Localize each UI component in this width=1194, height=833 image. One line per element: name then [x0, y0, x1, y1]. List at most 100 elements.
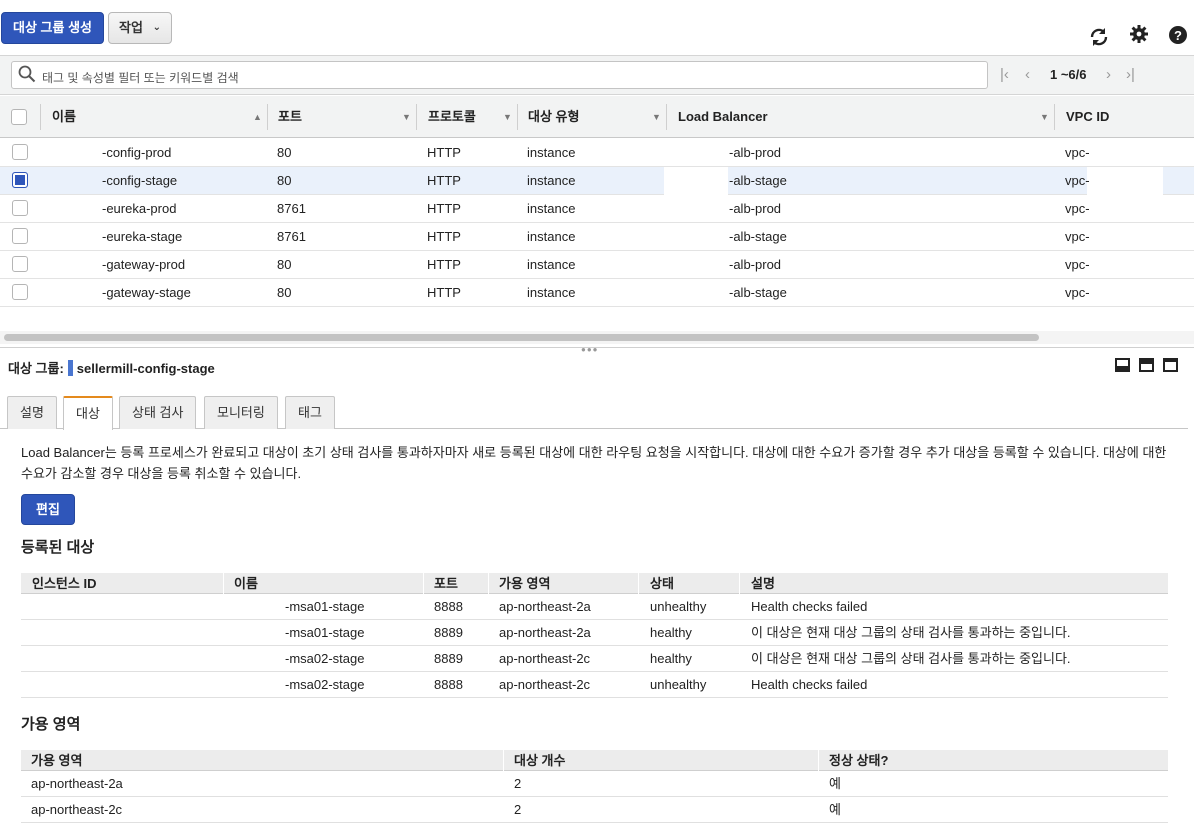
row-checkbox[interactable]: [12, 144, 28, 160]
row-port: 8888: [434, 677, 463, 692]
column-header-port[interactable]: 포트: [278, 96, 302, 138]
next-page-icon[interactable]: ›: [1106, 66, 1111, 83]
registered-targets-header: 인스턴스 ID 이름 포트 가용 영역 상태 설명: [21, 573, 1168, 594]
table-row: ap-northeast-2c 2 예: [21, 797, 1168, 823]
row-protocol: HTTP: [427, 173, 461, 188]
row-vpc-id: vpc-: [1065, 173, 1090, 188]
row-checkbox[interactable]: [12, 284, 28, 300]
chevron-down-icon: ⌄: [152, 22, 161, 33]
row-protocol: HTTP: [427, 201, 461, 216]
row-description: Health checks failed: [751, 599, 868, 614]
column-header-name: 이름: [234, 576, 258, 591]
row-zone: ap-northeast-2c: [31, 802, 123, 817]
first-page-icon[interactable]: |‹: [1000, 66, 1009, 83]
row-description: 이 대상은 현재 대상 그룹의 상태 검사를 통과하는 중입니다.: [751, 625, 1071, 640]
target-groups-table-header: 이름 ▲ 포트 ▼ 프로토콜 ▼ 대상 유형 ▼ Load Balancer ▼…: [0, 96, 1194, 138]
edit-button[interactable]: 편집: [21, 494, 75, 525]
page-indicator: 1 ~6/6: [1050, 67, 1087, 82]
layout-bottom-icon[interactable]: [1115, 358, 1130, 372]
layout-full-icon[interactable]: [1163, 358, 1178, 372]
row-name: -msa01-stage: [285, 625, 365, 640]
row-port: 8761: [277, 201, 306, 216]
row-target-count: 2: [514, 802, 522, 817]
table-row[interactable]: -gateway-stage 80 HTTP instance -alb-sta…: [0, 279, 1194, 307]
row-zone: ap-northeast-2a: [499, 625, 591, 640]
actions-dropdown-button[interactable]: 작업 ⌄: [108, 12, 172, 44]
color-bar: [67, 360, 73, 376]
tab-tags[interactable]: 태그: [285, 396, 335, 429]
registered-targets-heading: 등록된 대상: [21, 539, 95, 556]
sort-icon[interactable]: ▼: [503, 96, 512, 138]
row-status: healthy: [650, 651, 692, 666]
column-header-target-type[interactable]: 대상 유형: [528, 96, 579, 138]
table-row: ap-northeast-2a 2 예: [21, 771, 1168, 797]
row-healthy: 예: [829, 776, 841, 791]
column-header-instance-id: 인스턴스 ID: [32, 576, 97, 591]
table-row[interactable]: -config-stage 80 HTTP instance -alb-stag…: [0, 167, 1194, 195]
refresh-icon[interactable]: [1088, 26, 1110, 48]
column-header-protocol[interactable]: 프로토콜: [428, 96, 476, 138]
availability-zones-header: 가용 영역 대상 개수 정상 상태?: [21, 750, 1168, 771]
gear-icon[interactable]: [1128, 24, 1150, 46]
sort-icon[interactable]: ▼: [402, 96, 411, 138]
column-header-port: 포트: [434, 576, 458, 591]
row-port: 80: [277, 285, 292, 300]
last-page-icon[interactable]: ›|: [1126, 66, 1135, 83]
row-status: healthy: [650, 625, 692, 640]
tab-targets[interactable]: 대상: [63, 396, 113, 430]
row-target-count: 2: [514, 776, 522, 791]
row-checkbox[interactable]: [12, 172, 28, 188]
row-name: -config-stage: [102, 173, 178, 188]
create-target-group-button[interactable]: 대상 그룹 생성: [1, 12, 104, 44]
row-protocol: HTTP: [427, 145, 461, 160]
row-load-balancer: -alb-prod: [729, 145, 782, 160]
row-checkbox[interactable]: [12, 256, 28, 272]
row-checkbox[interactable]: [12, 200, 28, 216]
table-row[interactable]: -config-prod 80 HTTP instance -alb-prod …: [0, 139, 1194, 167]
sort-icon[interactable]: ▼: [652, 96, 661, 138]
row-name: -msa02-stage: [285, 677, 365, 692]
sort-asc-icon[interactable]: ▲: [253, 96, 262, 138]
row-vpc-id: vpc-: [1065, 229, 1090, 244]
detail-title: 대상 그룹: sellermill-config-stage: [8, 358, 215, 377]
select-all-checkbox[interactable]: [11, 109, 27, 125]
row-vpc-id: vpc-: [1065, 145, 1090, 160]
horizontal-scrollbar-thumb[interactable]: [4, 334, 1039, 341]
row-load-balancer: -alb-prod: [729, 257, 782, 272]
row-target-type: instance: [527, 173, 576, 188]
table-row[interactable]: -eureka-prod 8761 HTTP instance -alb-pro…: [0, 195, 1194, 223]
row-target-type: instance: [527, 145, 576, 160]
help-icon[interactable]: ?: [1167, 25, 1189, 47]
column-header-healthy: 정상 상태?: [829, 753, 889, 768]
row-protocol: HTTP: [427, 257, 461, 272]
row-zone: ap-northeast-2c: [499, 651, 591, 666]
layout-split-icon[interactable]: [1139, 358, 1154, 372]
row-status: unhealthy: [650, 677, 707, 692]
column-header-load-balancer[interactable]: Load Balancer: [678, 96, 768, 138]
row-name: -msa02-stage: [285, 651, 365, 666]
table-row[interactable]: -gateway-prod 80 HTTP instance -alb-prod…: [0, 251, 1194, 279]
tab-monitoring[interactable]: 모니터링: [204, 396, 278, 429]
search-input[interactable]: 태그 및 속성별 필터 또는 키워드별 검색: [11, 61, 988, 89]
row-zone: ap-northeast-2a: [31, 776, 123, 791]
row-status: unhealthy: [650, 599, 707, 614]
table-row: -msa02-stage 8888 ap-northeast-2c unheal…: [21, 672, 1168, 698]
resize-grip-icon[interactable]: ●●●: [581, 345, 599, 354]
column-header-name[interactable]: 이름: [52, 96, 76, 138]
row-checkbox[interactable]: [12, 228, 28, 244]
row-port: 80: [277, 173, 292, 188]
row-healthy: 예: [829, 802, 841, 817]
sort-icon[interactable]: ▼: [1040, 96, 1049, 138]
prev-page-icon[interactable]: ‹: [1025, 66, 1030, 83]
column-header-target-count: 대상 개수: [514, 753, 566, 768]
row-description: 이 대상은 현재 대상 그룹의 상태 검사를 통과하는 중입니다.: [751, 651, 1071, 666]
column-header-vpc-id[interactable]: VPC ID: [1066, 96, 1109, 138]
table-row[interactable]: -eureka-stage 8761 HTTP instance -alb-st…: [0, 223, 1194, 251]
row-vpc-id: vpc-: [1065, 257, 1090, 272]
column-header-availability-zone: 가용 영역: [31, 753, 83, 768]
tab-health-check[interactable]: 상태 검사: [119, 396, 197, 429]
actions-label: 작업: [119, 20, 143, 35]
detail-target-group-name: sellermill-config-stage: [76, 361, 215, 376]
tab-description[interactable]: 설명: [7, 396, 57, 429]
row-port: 8889: [434, 651, 463, 666]
